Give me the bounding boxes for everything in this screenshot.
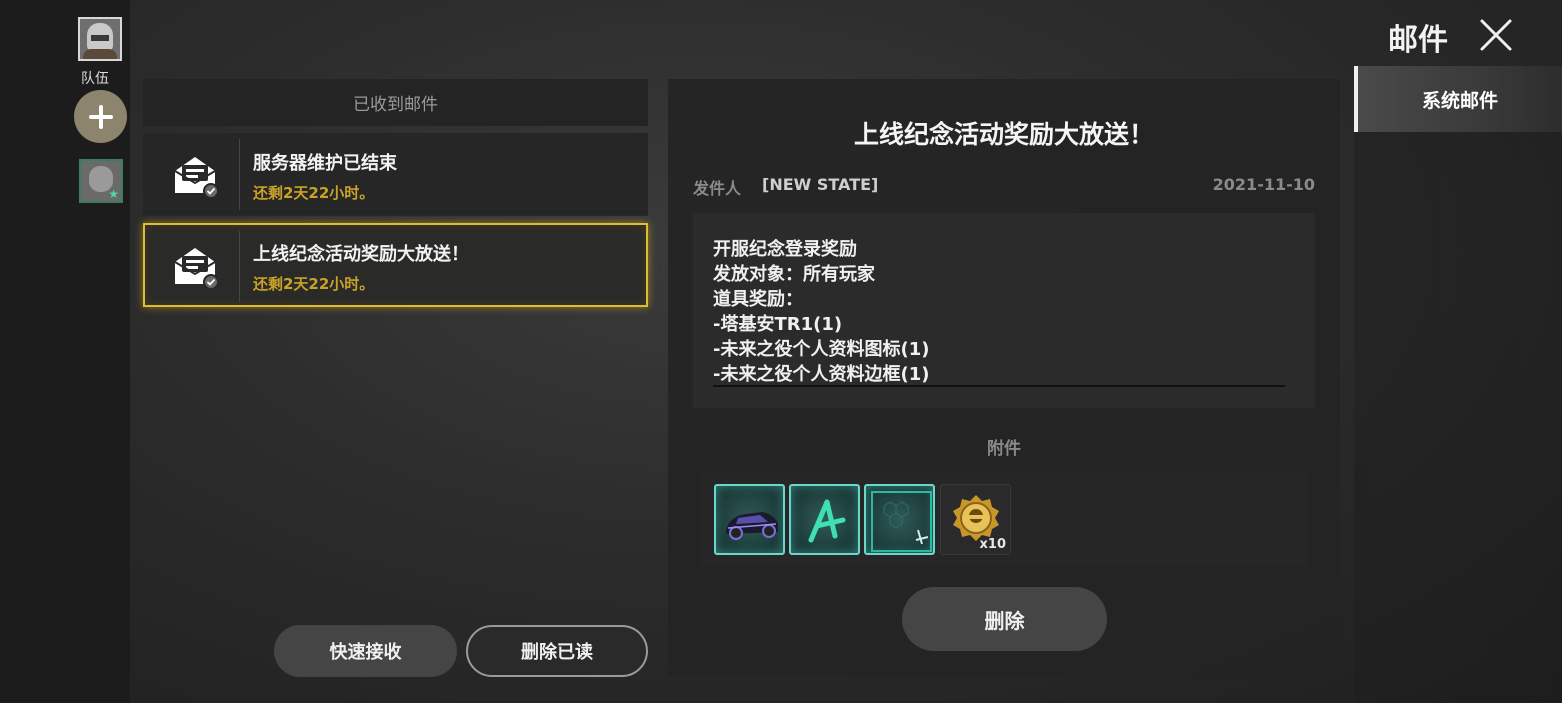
attachment-quantity: x10	[979, 537, 1006, 552]
team-member-avatar[interactable]: ★	[79, 159, 123, 203]
content-line: -未来之役个人资料图标(1)	[713, 339, 930, 360]
profile-frame-icon	[871, 491, 932, 552]
tab-list-background	[1354, 132, 1562, 703]
mail-remaining-time: 还剩2天22小时。	[253, 275, 375, 293]
attachment-car[interactable]	[714, 484, 785, 555]
add-team-member-button[interactable]	[74, 90, 127, 143]
profile-icon-a	[808, 499, 846, 543]
mail-detail-panel: 上线纪念活动奖励大放送！ 发件人 [NEW STATE] 2021-11-10 …	[668, 79, 1340, 676]
mail-opened-icon	[174, 157, 217, 197]
content-line: -未来之役个人资料边框(1)	[713, 364, 930, 385]
tab-system-mail[interactable]: 系统邮件	[1354, 66, 1562, 132]
content-line: 道具奖励：	[713, 289, 803, 310]
mail-date: 2021-11-10	[1212, 175, 1315, 194]
car-icon	[726, 512, 778, 540]
detail-title: 上线纪念活动奖励大放送！	[853, 120, 1154, 149]
close-icon[interactable]	[1478, 17, 1514, 53]
delete-read-button[interactable]: 删除已读	[466, 625, 648, 677]
mail-title: 上线纪念活动奖励大放送！	[253, 244, 469, 265]
attachment-profile-icon[interactable]	[789, 484, 860, 555]
sender-label: 发件人	[693, 179, 742, 198]
mail-content[interactable]: 开服纪念登录奖励 发放对象：所有玩家 道具奖励： -塔基安TR1(1) -未来之…	[693, 213, 1315, 408]
mail-opened-icon	[174, 248, 217, 288]
attachment-gold-medal[interactable]: x10	[940, 484, 1011, 555]
sender-name: [NEW STATE]	[762, 175, 879, 194]
player-avatar[interactable]	[78, 17, 122, 61]
attachment-profile-frame[interactable]	[864, 484, 935, 555]
received-mail-header: 已收到邮件	[143, 79, 648, 126]
quick-receive-button[interactable]: 快速接收	[274, 625, 457, 677]
attachments-row: x10	[700, 472, 1308, 566]
content-line: 开服纪念登录奖励	[713, 239, 857, 260]
content-line: -塔基安TR1(1)	[713, 314, 843, 335]
mail-remaining-time: 还剩2天22小时。	[253, 184, 375, 202]
content-line: 发放对象：所有玩家	[713, 264, 875, 285]
mail-list-item-selected[interactable]: 上线纪念活动奖励大放送！ 还剩2天22小时。	[143, 223, 648, 307]
star-icon: ★	[108, 187, 119, 201]
content-scrollbar[interactable]	[713, 385, 1285, 387]
delete-button[interactable]: 删除	[902, 587, 1107, 651]
mail-title: 服务器维护已结束	[253, 153, 397, 174]
attachments-label: 附件	[987, 439, 1021, 459]
mail-list-item[interactable]: 服务器维护已结束 还剩2天22小时。	[143, 133, 648, 216]
page-title: 邮件	[1388, 23, 1448, 58]
team-label: 队伍	[81, 71, 109, 87]
